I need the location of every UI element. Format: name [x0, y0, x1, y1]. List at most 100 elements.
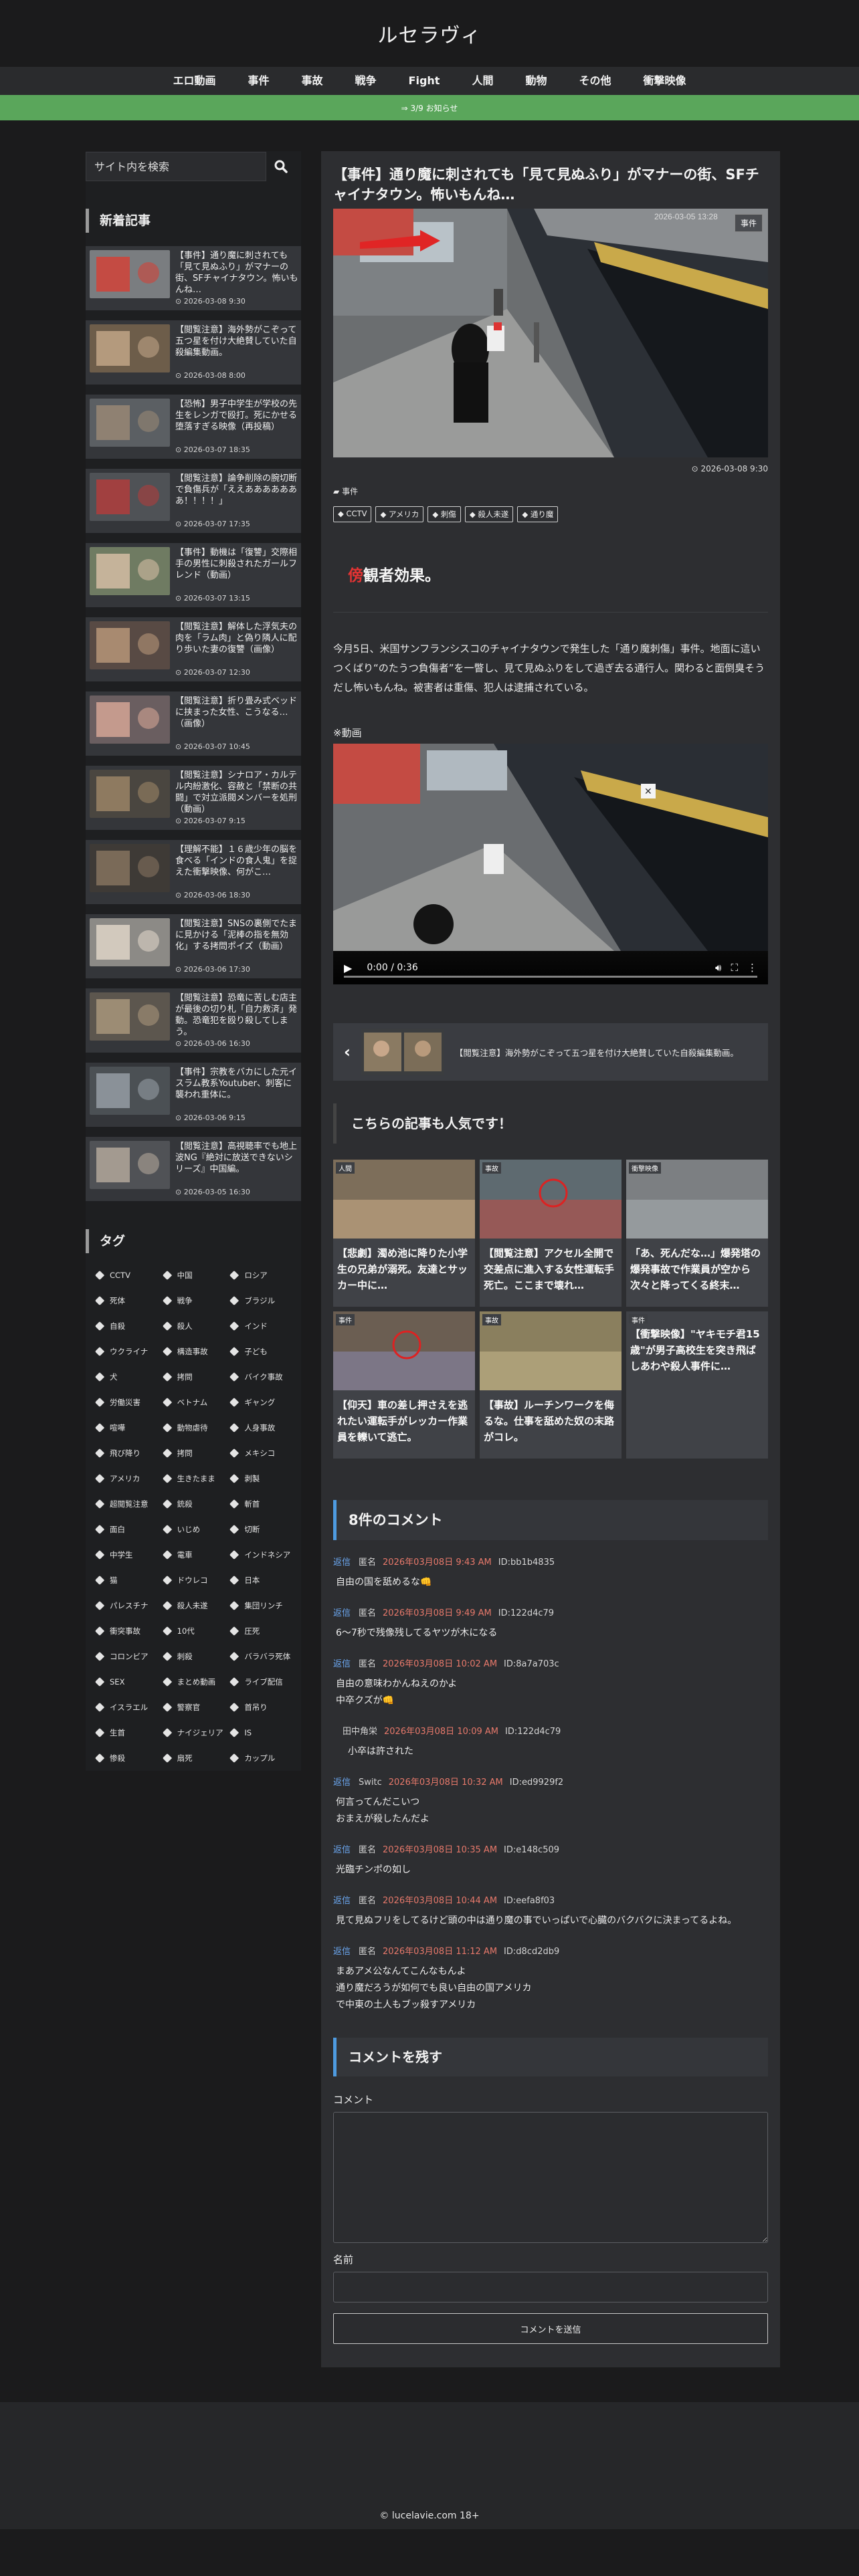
prev-post-link[interactable]: ‹ 【閲覧注意】海外勢がこぞって五つ星を付け大絶賛していた自殺編集動画。 — [333, 1023, 768, 1081]
recent-post-item[interactable]: 【閲覧注意】論争削除の腕切断で負傷兵が「ええあああああああ！！！！」 ⊙ 2026… — [86, 469, 301, 533]
comment-date[interactable]: 2026年03月08日 10:35 AM — [383, 1845, 497, 1855]
nav-item[interactable]: 事故 — [286, 67, 339, 95]
tag-link[interactable]: 死体 — [92, 1288, 160, 1313]
reply-link[interactable]: 返信 — [333, 1659, 351, 1669]
tag-link[interactable]: まとめ動画 — [160, 1669, 227, 1695]
tag-link[interactable]: 警察官 — [160, 1695, 227, 1720]
tag-link[interactable]: CCTV — [92, 1263, 160, 1288]
popular-post-card[interactable]: 事故 【事故】ルーチンワークを侮るな。仕事を舐めた奴の末路がコレ。 — [480, 1311, 622, 1459]
volume-icon[interactable]: 🔊︎ — [715, 962, 721, 974]
recent-post-item[interactable]: 【閲覧注意】恐竜に苦しむ店主が最後の切り札「自力救済」発動。恐竜犯を殴り殺してし… — [86, 988, 301, 1053]
tag-link[interactable]: 殺人未遂 — [160, 1593, 227, 1618]
popular-post-thumbnail[interactable]: 衝撃映像 — [626, 1160, 768, 1239]
name-input[interactable] — [333, 2272, 768, 2302]
tag-link[interactable]: 首吊り — [227, 1695, 294, 1720]
reply-link[interactable]: 返信 — [333, 1947, 351, 1957]
comment-date[interactable]: 2026年03月08日 10:32 AM — [389, 1778, 503, 1788]
tag-link[interactable]: ライブ配信 — [227, 1669, 294, 1695]
popular-post-title[interactable]: 【悲劇】濁め池に降りた小学生の兄弟が溺死。友達とサッカー中に… — [333, 1239, 475, 1293]
search-input[interactable] — [86, 152, 266, 181]
popular-post-thumbnail[interactable]: 事件 — [333, 1311, 475, 1390]
post-category[interactable]: ▰ 事件 — [333, 486, 768, 497]
recent-post-thumbnail[interactable] — [90, 695, 170, 744]
tag-link[interactable]: 惨殺 — [92, 1745, 160, 1771]
recent-post-item[interactable]: 【閲覧注意】海外勢がこぞって五つ星を付け大絶賛していた自殺編集動画。 ⊙ 2026… — [86, 320, 301, 385]
tag-link[interactable]: ブラジル — [227, 1288, 294, 1313]
tag-link[interactable]: パレスチナ — [92, 1593, 160, 1618]
play-icon[interactable]: ▶ — [344, 962, 352, 974]
popular-post-card[interactable]: 事故 【閲覧注意】アクセル全開で交差点に進入する女性運転手死亡。ここまで壊れ… — [480, 1160, 622, 1307]
tag-link[interactable]: イスラエル — [92, 1695, 160, 1720]
comment-date[interactable]: 2026年03月08日 10:02 AM — [383, 1659, 497, 1669]
tag-link[interactable]: カップル — [227, 1745, 294, 1771]
tag-link[interactable]: 切断 — [227, 1517, 294, 1542]
nav-item[interactable]: エロ動画 — [157, 67, 231, 95]
tag-link[interactable]: 動物虐待 — [160, 1415, 227, 1440]
recent-post-item[interactable]: 【事件】動機は「復讐」交際相手の男性に刺殺されたガールフレンド（動画） ⊙ 202… — [86, 543, 301, 607]
popular-post-thumbnail[interactable]: 事件 — [626, 1311, 768, 1323]
tag-link[interactable]: インド — [227, 1313, 294, 1339]
tag-link[interactable]: 日本 — [227, 1568, 294, 1593]
tag-link[interactable]: SEX — [92, 1669, 160, 1695]
recent-post-thumbnail[interactable] — [90, 547, 170, 595]
tag-link[interactable]: 衝突事故 — [92, 1618, 160, 1644]
notice-text[interactable]: ⇒ 3/9 お知らせ — [401, 102, 458, 114]
tag-link[interactable]: ウクライナ — [92, 1339, 160, 1364]
recent-post-item[interactable]: 【理解不能】１６歳少年の脳を食べる「インドの食人鬼」を捉えた衝撃映像、何がこ… ⊙… — [86, 840, 301, 904]
nav-item[interactable]: 戦争 — [339, 67, 393, 95]
recent-post-item[interactable]: 【閲覧注意】折り畳み式ベッドに挟まった女性、こうなる…（画像） ⊙ 2026-03… — [86, 691, 301, 756]
comment-textarea[interactable] — [333, 2112, 768, 2243]
recent-post-thumbnail[interactable] — [90, 844, 170, 892]
popular-post-thumbnail[interactable]: 人間 — [333, 1160, 475, 1239]
popular-post-title[interactable]: 「あ、死んだな…」爆発塔の爆発事故で作業員が空から次々と降ってくる終末… — [626, 1239, 768, 1293]
popular-post-title[interactable]: 【衝撃映像】"ヤキモチ君15歳"が男子高校生を突き飛ばしあわや殺人事件に… — [626, 1323, 768, 1374]
tag-link[interactable]: 中学生 — [92, 1542, 160, 1568]
tag-link[interactable]: バイク事故 — [227, 1364, 294, 1390]
comment-date[interactable]: 2026年03月08日 11:12 AM — [383, 1947, 497, 1957]
tag-link[interactable]: 斬首 — [227, 1491, 294, 1517]
tag-link[interactable]: 拷問 — [160, 1440, 227, 1466]
post-category-label[interactable]: 事件 — [342, 487, 358, 496]
recent-post-title[interactable]: 【閲覧注意】シナロア・カルテル内紛激化、容赦と「禁断の共闘」で対立派閥メンバーを… — [175, 770, 300, 815]
reply-link[interactable]: 返信 — [333, 1558, 351, 1568]
tag-link[interactable]: 人身事故 — [227, 1415, 294, 1440]
popular-post-card[interactable]: 事件 【仰天】車の差し押さえを逃れたい運転手がレッカー作業員を轢いて逃亡。 — [333, 1311, 475, 1459]
recent-post-thumbnail[interactable] — [90, 1141, 170, 1189]
tag-link[interactable]: バラバラ死体 — [227, 1644, 294, 1669]
comment-date[interactable]: 2026年03月08日 9:49 AM — [383, 1608, 492, 1618]
tag-link[interactable]: 子ども — [227, 1339, 294, 1364]
recent-post-title[interactable]: 【事件】宗教をバカにした元イスラム教系Youtuber、刺客に襲われ重体に。 — [175, 1067, 300, 1112]
tag-link[interactable]: コロンビア — [92, 1644, 160, 1669]
tag-link[interactable]: アメリカ — [92, 1466, 160, 1491]
recent-post-thumbnail[interactable] — [90, 399, 170, 447]
category-badge[interactable]: 事件 — [734, 214, 763, 232]
notice-bar[interactable]: ⇒ 3/9 お知らせ — [0, 95, 859, 120]
popular-post-card[interactable]: 人間 【悲劇】濁め池に降りた小学生の兄弟が溺死。友達とサッカー中に… — [333, 1160, 475, 1307]
tag-link[interactable]: 喧嘩 — [92, 1415, 160, 1440]
post-tag[interactable]: ◆ アメリカ — [375, 506, 424, 522]
recent-post-thumbnail[interactable] — [90, 770, 170, 818]
popular-post-thumbnail[interactable]: 事故 — [480, 1160, 622, 1239]
recent-post-title[interactable]: 【閲覧注意】折り畳み式ベッドに挟まった女性、こうなる…（画像） — [175, 695, 300, 741]
tag-link[interactable]: 剥製 — [227, 1466, 294, 1491]
nav-item[interactable]: 動物 — [509, 67, 563, 95]
tag-link[interactable]: ロシア — [227, 1263, 294, 1288]
popular-post-title[interactable]: 【閲覧注意】アクセル全開で交差点に進入する女性運転手死亡。ここまで壊れ… — [480, 1239, 622, 1293]
more-options-icon[interactable]: ⋮ — [747, 962, 757, 974]
tag-link[interactable]: 労働災害 — [92, 1390, 160, 1415]
tag-link[interactable]: 飛び降り — [92, 1440, 160, 1466]
nav-item[interactable]: Fight — [393, 67, 456, 95]
tag-link[interactable]: ベトナム — [160, 1390, 227, 1415]
recent-post-thumbnail[interactable] — [90, 324, 170, 372]
recent-post-item[interactable]: 【閲覧注意】SNSの裏側でたまに見かける「泥棒の指を無効化」する拷問ポイズ（動画… — [86, 914, 301, 978]
submit-comment-button[interactable]: コメントを送信 — [333, 2313, 768, 2344]
tag-link[interactable]: ナイジェリア — [160, 1720, 227, 1745]
recent-post-item[interactable]: 【事件】通り魔に刺されても「見て見ぬふり」がマナーの街、SFチャイナタウン。怖い… — [86, 246, 301, 310]
tag-link[interactable]: 超閲覧注意 — [92, 1491, 160, 1517]
tag-link[interactable]: 中国 — [160, 1263, 227, 1288]
recent-post-title[interactable]: 【閲覧注意】海外勢がこぞって五つ星を付け大絶賛していた自殺編集動画。 — [175, 324, 300, 370]
recent-post-title[interactable]: 【事件】通り魔に刺されても「見て見ぬふり」がマナーの街、SFチャイナタウン。怖い… — [175, 250, 300, 296]
tag-link[interactable]: メキシコ — [227, 1440, 294, 1466]
reply-link[interactable]: 返信 — [333, 1845, 351, 1855]
tag-link[interactable]: 面白 — [92, 1517, 160, 1542]
